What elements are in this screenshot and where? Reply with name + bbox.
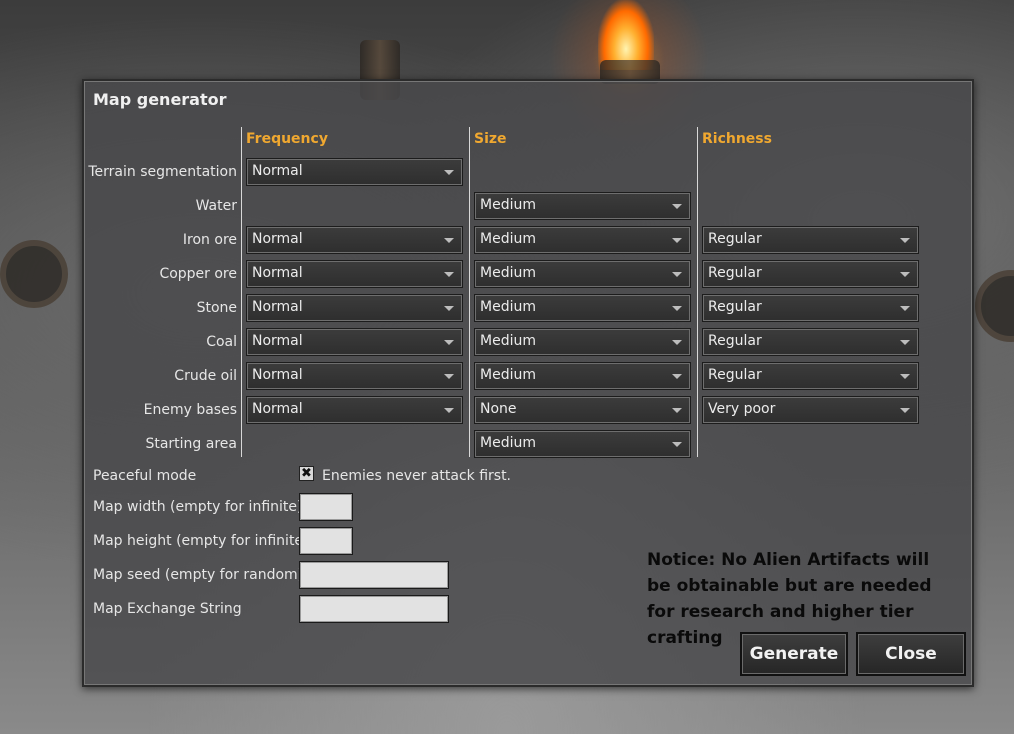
chevron-down-icon (672, 272, 682, 277)
chevron-down-icon (672, 340, 682, 345)
chevron-down-icon (444, 306, 454, 311)
richness-dropdown[interactable]: Regular (702, 226, 919, 254)
dropdown-value: Medium (480, 231, 536, 247)
column-header-size: Size (474, 131, 507, 147)
column-divider (241, 127, 242, 457)
dropdown-value: Normal (252, 163, 303, 179)
dropdown-value: Medium (480, 299, 536, 315)
richness-dropdown[interactable]: Regular (702, 362, 919, 390)
dropdown-value: Normal (252, 401, 303, 417)
dropdown-value: None (480, 401, 517, 417)
column-header-richness: Richness (702, 131, 772, 147)
chevron-down-icon (672, 204, 682, 209)
row-label: Enemy bases (143, 402, 237, 418)
dropdown-value: Regular (708, 231, 762, 247)
row-label: Iron ore (182, 232, 237, 248)
frequency-dropdown[interactable]: Normal (246, 362, 463, 390)
chevron-down-icon (444, 170, 454, 175)
size-dropdown[interactable]: Medium (474, 294, 691, 322)
frequency-dropdown[interactable]: Normal (246, 158, 463, 186)
map-width-label: Map width (empty for infinite): (93, 499, 308, 515)
chevron-down-icon (672, 238, 682, 243)
chevron-down-icon (444, 238, 454, 243)
chevron-down-icon (900, 306, 910, 311)
peaceful-mode-label: Peaceful mode (93, 468, 197, 484)
dropdown-value: Normal (252, 299, 303, 315)
row-label: Stone (196, 300, 237, 316)
peaceful-mode-description: Enemies never attack first. (322, 468, 512, 484)
column-header-frequency: Frequency (246, 131, 328, 147)
map-exchange-string-label: Map Exchange String (93, 601, 242, 617)
frequency-dropdown[interactable]: Normal (246, 260, 463, 288)
dropdown-value: Normal (252, 367, 303, 383)
dropdown-value: Normal (252, 265, 303, 281)
background-gear (0, 240, 68, 308)
peaceful-mode-checkbox[interactable]: ✖ (299, 466, 314, 481)
map-seed-input[interactable] (299, 561, 449, 589)
row-label: Crude oil (174, 368, 237, 384)
generate-button[interactable]: Generate (740, 632, 848, 676)
chevron-down-icon (444, 408, 454, 413)
chevron-down-icon (672, 306, 682, 311)
chevron-down-icon (672, 408, 682, 413)
richness-dropdown[interactable]: Very poor (702, 396, 919, 424)
frequency-dropdown[interactable]: Normal (246, 294, 463, 322)
dropdown-value: Medium (480, 333, 536, 349)
map-seed-label: Map seed (empty for random): (93, 567, 308, 583)
row-label: Starting area (145, 436, 237, 452)
row-label: Coal (206, 334, 237, 350)
chevron-down-icon (444, 272, 454, 277)
chevron-down-icon (900, 238, 910, 243)
dropdown-value: Regular (708, 367, 762, 383)
chevron-down-icon (900, 272, 910, 277)
column-divider (469, 127, 470, 457)
dropdown-value: Medium (480, 367, 536, 383)
dropdown-value: Regular (708, 333, 762, 349)
size-dropdown[interactable]: None (474, 396, 691, 424)
size-dropdown[interactable]: Medium (474, 430, 691, 458)
size-dropdown[interactable]: Medium (474, 226, 691, 254)
chevron-down-icon (672, 374, 682, 379)
dropdown-value: Medium (480, 435, 536, 451)
map-generator-window: Map generator Frequency Size Richness Te… (82, 79, 974, 687)
frequency-dropdown[interactable]: Normal (246, 328, 463, 356)
richness-dropdown[interactable]: Regular (702, 328, 919, 356)
column-divider (697, 127, 698, 457)
map-exchange-string-input[interactable] (299, 595, 449, 623)
richness-dropdown[interactable]: Regular (702, 260, 919, 288)
dropdown-value: Medium (480, 265, 536, 281)
row-label: Terrain segmentation (88, 164, 237, 180)
background-gear (975, 270, 1014, 342)
size-dropdown[interactable]: Medium (474, 328, 691, 356)
chevron-down-icon (900, 408, 910, 413)
size-dropdown[interactable]: Medium (474, 192, 691, 220)
frequency-dropdown[interactable]: Normal (246, 396, 463, 424)
dropdown-value: Regular (708, 299, 762, 315)
close-button[interactable]: Close (856, 632, 966, 676)
row-label: Water (195, 198, 237, 214)
chevron-down-icon (672, 442, 682, 447)
dropdown-value: Regular (708, 265, 762, 281)
chevron-down-icon (444, 340, 454, 345)
size-dropdown[interactable]: Medium (474, 362, 691, 390)
map-height-input[interactable] (299, 527, 353, 555)
dropdown-value: Normal (252, 333, 303, 349)
map-height-label: Map height (empty for infinite): (93, 533, 314, 549)
chevron-down-icon (444, 374, 454, 379)
dropdown-value: Medium (480, 197, 536, 213)
window-title: Map generator (93, 90, 227, 109)
dropdown-value: Very poor (708, 401, 776, 417)
frequency-dropdown[interactable]: Normal (246, 226, 463, 254)
richness-dropdown[interactable]: Regular (702, 294, 919, 322)
chevron-down-icon (900, 374, 910, 379)
size-dropdown[interactable]: Medium (474, 260, 691, 288)
map-width-input[interactable] (299, 493, 353, 521)
row-label: Copper ore (159, 266, 237, 282)
chevron-down-icon (900, 340, 910, 345)
dropdown-value: Normal (252, 231, 303, 247)
